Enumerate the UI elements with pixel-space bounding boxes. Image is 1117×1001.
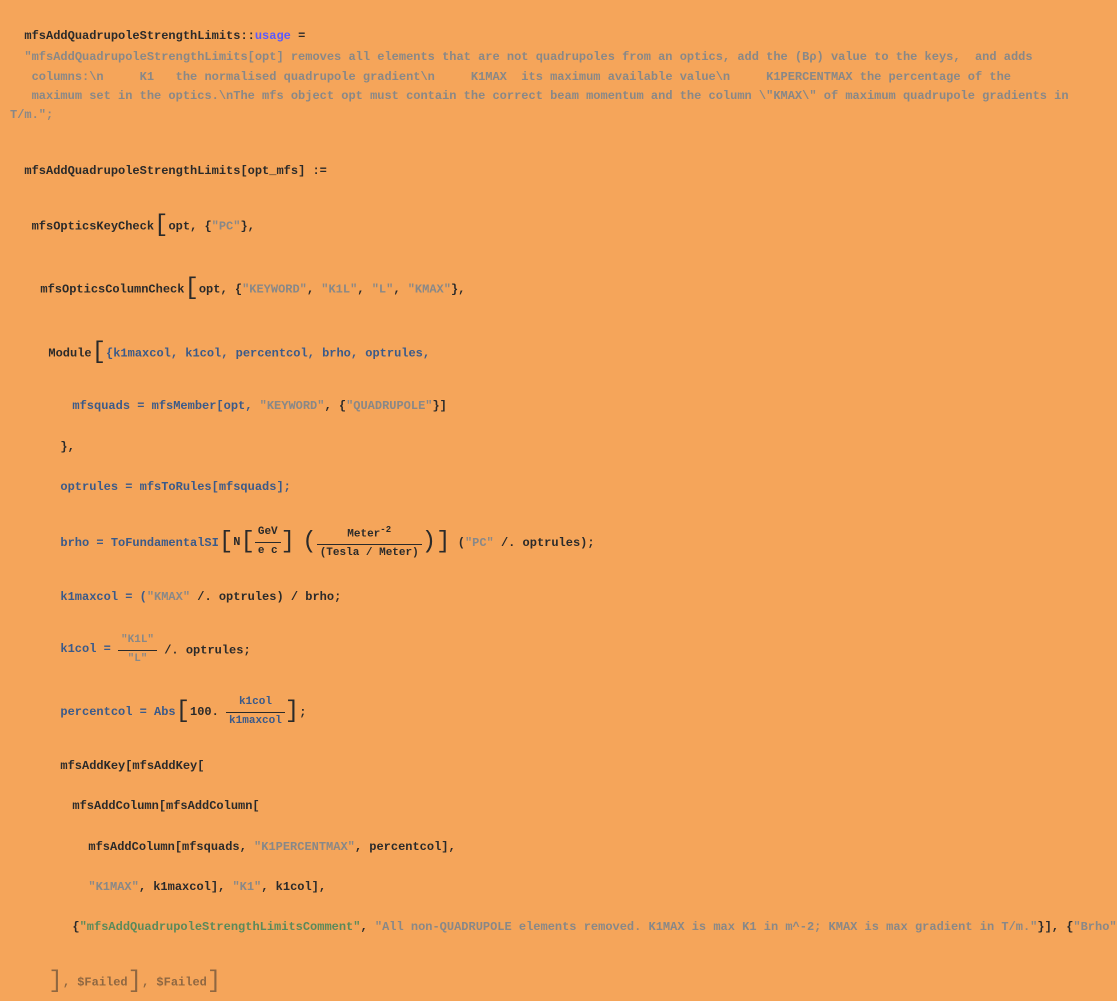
colcheck-line: mfsOpticsColumnCheck[opt, {"KEYWORD", "K… (10, 251, 1107, 309)
symbol-name: mfsAddQuadrupoleStrengthLimits (24, 29, 240, 43)
brho-key-str: "Brho" (1073, 920, 1116, 934)
k1l-over-l-fraction: "K1L""L" (118, 632, 157, 668)
k1l-str: "K1L" (321, 283, 357, 297)
module-keyword: Module (48, 346, 91, 360)
frac-top-gev: GeV (255, 524, 281, 543)
double-colon: :: (240, 29, 254, 43)
usage-assignment-line: mfsAddQuadrupoleStrengthLimits::usage = (10, 8, 1107, 46)
quadrupole-str: "QUADRUPOLE" (346, 399, 432, 413)
colcheck-fn: mfsOpticsColumnCheck (40, 283, 184, 297)
mfsquads-assign: mfsquads = mfsMember[opt, "KEYWORD", {"Q… (10, 378, 1107, 416)
close-brace-comma: }, (60, 440, 74, 454)
usage-tag: usage (255, 29, 291, 43)
optrules-line: optrules = mfsToRules[mfsquads]; (10, 459, 1107, 497)
equals-op: = (291, 29, 313, 43)
k1-str: "K1" (232, 880, 261, 894)
mfsaddkey-line: mfsAddKey[mfsAddKey[ (10, 738, 1107, 776)
frac-bot-ec: e c (255, 543, 281, 561)
brho-assign: brho = ToFundamentalSI (60, 536, 218, 550)
percentcol-line: percentcol = Abs[100. k1colk1maxcol]; (10, 674, 1107, 732)
pattern-and-defeq: [opt_mfs] := (240, 164, 326, 178)
addcolumn-inner-tail: , percentcol], (355, 840, 456, 854)
brho-line: brho = ToFundamentalSI[N[GeVe c] (Meter-… (10, 503, 1107, 562)
comment-val-str: "All non-QUADRUPOLE elements removed. K1… (375, 920, 1038, 934)
k1col-over-k1maxcol-fraction: k1colk1maxcol (226, 694, 285, 730)
colcheck-args: opt, { (199, 283, 242, 297)
meter-exponent: -2 (380, 525, 391, 535)
gev-over-ec-fraction: GeVe c (255, 524, 281, 560)
pc-string: "PC" (212, 219, 241, 233)
optrules-assign: optrules = mfsToRules[mfsquads]; (60, 480, 290, 494)
k1max-str: "K1MAX" (88, 880, 138, 894)
definition-signature: mfsAddQuadrupoleStrengthLimits[opt_mfs] … (10, 143, 1107, 181)
k1max-arg-line: "K1MAX", k1maxcol], "K1", k1col], (10, 859, 1107, 897)
keyword-str: "KEYWORD" (242, 283, 307, 297)
frac-bot-l: "L" (118, 651, 157, 669)
failed-tail-line: ], $Failed], $Failed] (10, 944, 1107, 1001)
keycheck-args: opt, { (168, 219, 211, 233)
k1maxcol-line: k1maxcol = ("KMAX" /. optrules) / brho; (10, 568, 1107, 606)
frac-top-k1l: "K1L" (118, 632, 157, 651)
pc-str-2: "PC" (465, 536, 494, 550)
mfsaddkey-call: mfsAddKey[mfsAddKey[ (60, 759, 204, 773)
k1maxcol-tail: /. optrules) / brho; (190, 590, 341, 604)
frac-bot-k1maxcol: k1maxcol (226, 713, 285, 731)
kmax-str: "KMAX" (408, 283, 451, 297)
usage-string: "mfsAddQuadrupoleStrengthLimits[opt] rem… (10, 48, 1107, 125)
hundred-literal: 100. (190, 703, 219, 722)
keycheck-line: mfsOpticsKeyCheck[opt, {"PC"}, (10, 188, 1107, 246)
keyword-str-2: "KEYWORD" (260, 399, 325, 413)
addcolumn-inner: mfsAddColumn[mfsquads, "K1PERCENTMAX", p… (10, 818, 1107, 856)
n-fn: N (233, 533, 240, 552)
addcolumn-outer: mfsAddColumn[mfsAddColumn[ (10, 778, 1107, 816)
brho-tail: /. optrules); (494, 536, 595, 550)
addcolumn-outer-call: mfsAddColumn[mfsAddColumn[ (72, 799, 259, 813)
mfsquads-var: mfsquads = mfsMember[opt, (72, 399, 259, 413)
k1col-assign: k1col = (60, 640, 118, 659)
k1percentmax-str: "K1PERCENTMAX" (254, 840, 355, 854)
l-str: "L" (372, 283, 394, 297)
comment-key-str: "mfsAddQuadrupoleStrengthLimitsComment" (80, 920, 361, 934)
kmax-str-2: "KMAX" (147, 590, 190, 604)
addcolumn-inner-call: mfsAddColumn[mfsquads, (88, 840, 254, 854)
frac-bot-tesla-meter: (Tesla / Meter) (317, 545, 422, 563)
module-open: Module[{k1maxcol, k1col, percentcol, brh… (10, 315, 1107, 373)
comment-key-line: {"mfsAddQuadrupoleStrengthLimitsComment"… (10, 899, 1107, 937)
percentcol-assign: percentcol = Abs (60, 703, 175, 722)
k1col-line: k1col = "K1L""L" /. optrules; (10, 613, 1107, 668)
frac-top-k1col: k1col (226, 694, 285, 713)
frac-top-meter: Meter-2 (317, 523, 422, 545)
module-vars-1: {k1maxcol, k1col, percentcol, brho, optr… (106, 346, 430, 360)
k1-tail: , k1col], (261, 880, 326, 894)
function-name: mfsAddQuadrupoleStrengthLimits (24, 164, 240, 178)
k1maxcol-assign: k1maxcol = ( (60, 590, 146, 604)
meter-over-tesla-fraction: Meter-2(Tesla / Meter) (317, 523, 422, 563)
keycheck-fn: mfsOpticsKeyCheck (24, 219, 154, 233)
k1col-tail: /. optrules; (157, 643, 251, 657)
module-vars-close: }, (10, 419, 1107, 457)
k1max-tail: , k1maxcol], (139, 880, 233, 894)
